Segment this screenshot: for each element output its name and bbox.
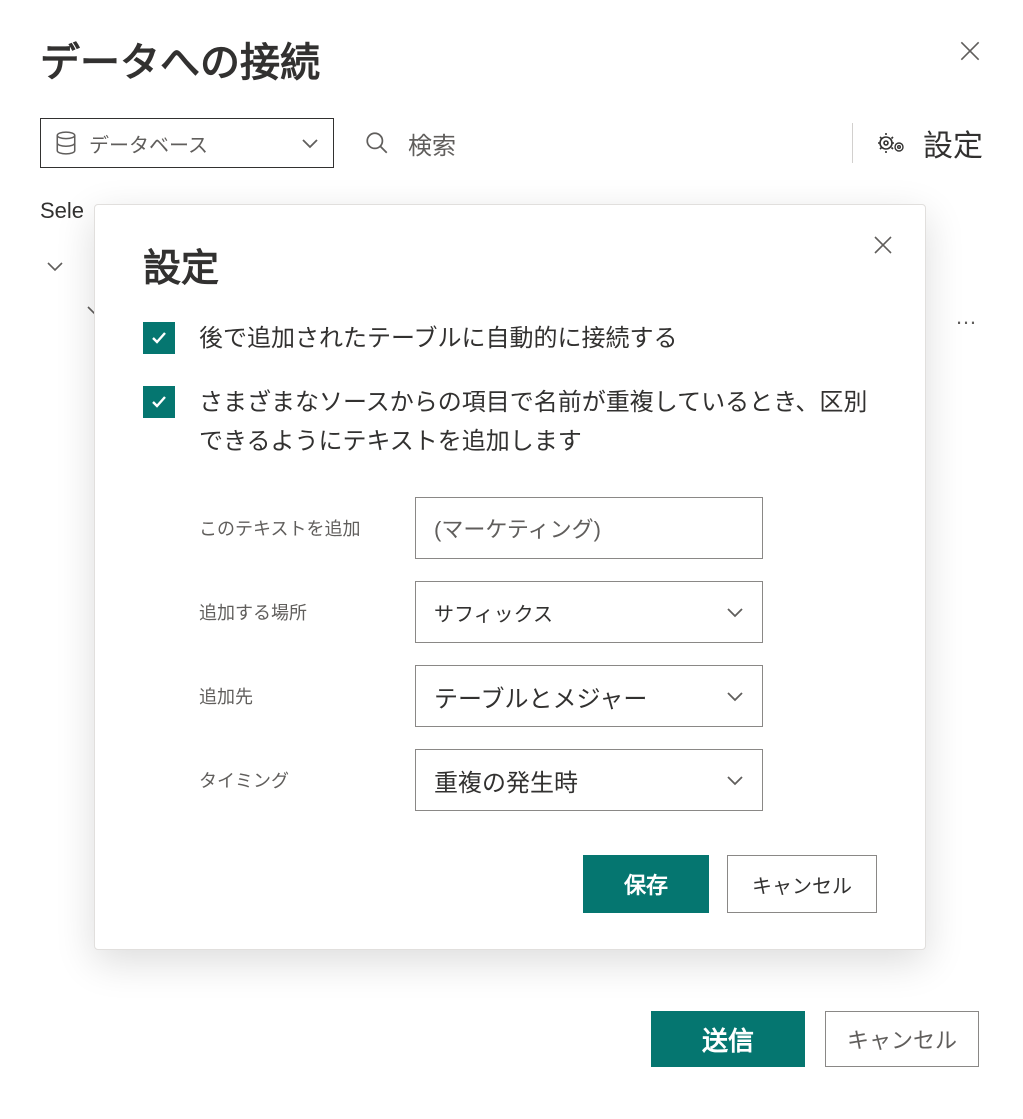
checkbox-auto-connect[interactable] — [143, 322, 175, 354]
modal-cancel-button[interactable]: キャンセル — [727, 855, 877, 913]
field-label: タイミング — [199, 767, 415, 793]
checkbox-row-auto-connect: 後で追加されたテーブルに自動的に接続する — [143, 320, 877, 358]
chevron-down-icon — [726, 774, 744, 786]
close-icon[interactable] — [957, 38, 983, 64]
form-row-location: 追加する場所 サフィックス — [199, 581, 877, 643]
close-icon[interactable] — [871, 233, 895, 257]
gear-icon — [877, 131, 905, 155]
chevron-down-icon — [301, 137, 319, 149]
form-row-add-text: このテキストを追加 (マーケティング) — [199, 497, 877, 559]
form-row-timing: タイミング 重複の発生時 — [199, 749, 877, 811]
database-icon — [55, 131, 77, 155]
search-placeholder: 検索 — [408, 126, 456, 161]
target-select[interactable]: テーブルとメジャー — [415, 665, 763, 727]
modal-title: 設定 — [143, 237, 877, 292]
settings-label: 設定 — [923, 121, 983, 165]
submit-button[interactable]: 送信 — [651, 1011, 805, 1067]
checkbox-label: さまざまなソースからの項目で名前が重複しているとき、区別できるようにテキストを追… — [199, 384, 877, 461]
chevron-down-icon — [726, 606, 744, 618]
page-title: データへの接続 — [40, 30, 983, 88]
settings-modal: 設定 後で追加されたテーブルに自動的に接続する さまざまなソースからの項目で名前… — [94, 204, 926, 950]
chevron-down-icon — [46, 260, 64, 272]
select-value: テーブルとメジャー — [434, 679, 726, 714]
save-button[interactable]: 保存 — [583, 855, 709, 913]
cancel-button[interactable]: キャンセル — [825, 1011, 979, 1067]
modal-footer: 保存 キャンセル — [143, 855, 877, 913]
add-text-input[interactable]: (マーケティング) — [415, 497, 763, 559]
toolbar: データベース 検索 設定 — [40, 118, 983, 168]
chevron-down-icon — [726, 690, 744, 702]
form-row-target: 追加先 テーブルとメジャー — [199, 665, 877, 727]
source-dropdown-label: データベース — [89, 129, 289, 158]
input-value: (マーケティング) — [434, 512, 601, 544]
checkbox-row-disambiguate: さまざまなソースからの項目で名前が重複しているとき、区別できるようにテキストを追… — [143, 384, 877, 461]
divider — [852, 123, 853, 163]
search-field[interactable]: 検索 — [358, 126, 828, 161]
settings-button[interactable]: 設定 — [877, 121, 983, 165]
field-label: 追加する場所 — [199, 599, 415, 625]
checkbox-disambiguate[interactable] — [143, 386, 175, 418]
checkbox-label: 後で追加されたテーブルに自動的に接続する — [199, 320, 678, 358]
main-footer: 送信 キャンセル — [651, 1011, 979, 1067]
source-dropdown[interactable]: データベース — [40, 118, 334, 168]
search-icon — [364, 130, 390, 156]
field-label: 追加先 — [199, 683, 415, 709]
field-label: このテキストを追加 — [199, 515, 415, 541]
select-value: サフィックス — [434, 598, 726, 627]
select-value: 重複の発生時 — [434, 763, 726, 798]
more-icon[interactable]: … — [955, 304, 977, 330]
timing-select[interactable]: 重複の発生時 — [415, 749, 763, 811]
location-select[interactable]: サフィックス — [415, 581, 763, 643]
form-block: このテキストを追加 (マーケティング) 追加する場所 サフィックス 追加先 テー… — [199, 497, 877, 811]
